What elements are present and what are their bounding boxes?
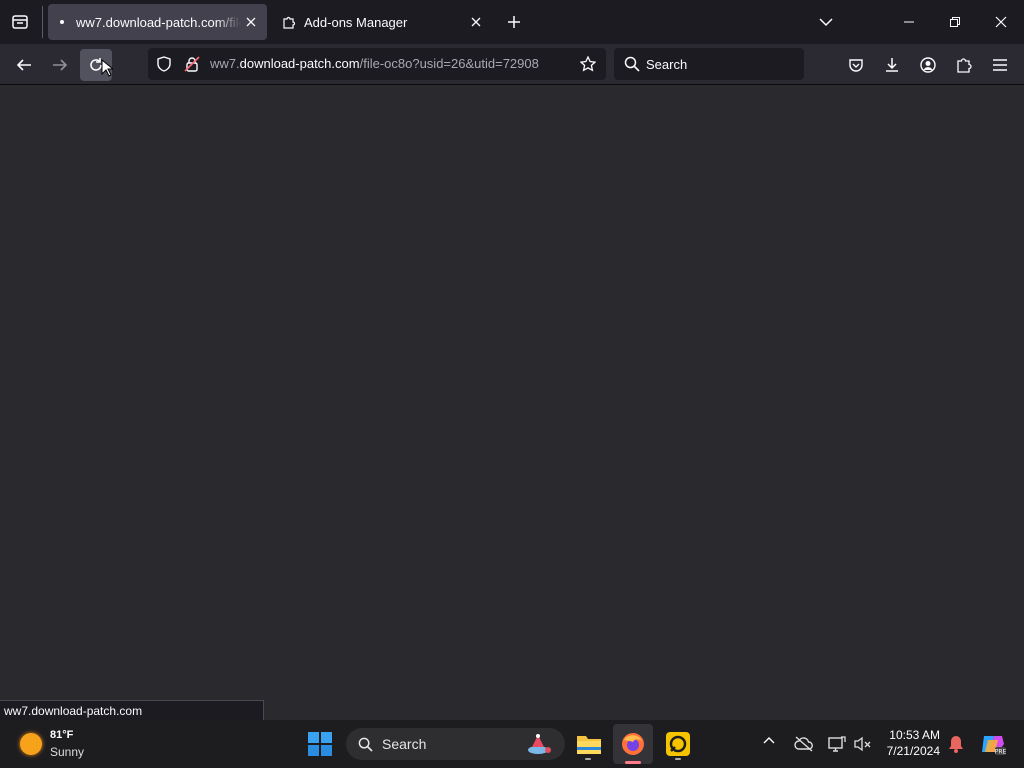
download-icon — [886, 58, 898, 72]
restore-icon — [950, 17, 960, 27]
back-arrow-icon — [16, 59, 31, 71]
tab-title: Add-ons Manager — [304, 14, 408, 30]
downloads-button[interactable] — [876, 49, 908, 81]
pocket-button[interactable] — [840, 49, 872, 81]
close-icon — [471, 17, 481, 27]
mouse-cursor-icon — [101, 59, 113, 77]
forward-button[interactable] — [44, 49, 76, 81]
tab-addons-manager[interactable]: Add-ons Manager — [272, 4, 492, 40]
speaker-muted-icon — [854, 736, 871, 752]
firefox-view-icon — [12, 15, 28, 29]
weather-condition: Sunny — [50, 745, 85, 759]
url-host: download-patch.com — [239, 56, 360, 71]
cloud-offline-icon — [794, 736, 813, 752]
star-icon — [580, 56, 596, 72]
show-hidden-icons-button[interactable] — [763, 736, 781, 752]
tab-strip: ww7.download-patch.com/file Add-ons Mana… — [0, 0, 1024, 44]
copilot-button[interactable]: PRE — [980, 732, 1006, 756]
minimize-button[interactable] — [894, 8, 924, 36]
plus-icon — [508, 16, 520, 28]
hamburger-menu-icon — [993, 59, 1007, 71]
search-icon — [358, 737, 373, 752]
clock-time: 10:53 AM — [889, 728, 940, 742]
tab-close-button[interactable] — [241, 12, 261, 32]
url-prefix: ww7. — [210, 56, 240, 71]
firefox-icon — [622, 733, 644, 755]
bell-icon — [949, 736, 963, 753]
firefox-view-button[interactable] — [8, 10, 32, 34]
sun-icon — [20, 733, 42, 755]
page-content[interactable] — [0, 85, 1024, 720]
close-icon — [246, 17, 256, 27]
tab-close-button[interactable] — [466, 12, 486, 32]
windows-logo-icon — [308, 732, 332, 756]
account-icon — [920, 57, 936, 73]
file-explorer-taskbar-icon[interactable] — [574, 728, 604, 760]
monitor-network-icon — [828, 736, 846, 752]
puzzle-icon — [957, 58, 972, 73]
chevron-up-icon — [763, 737, 775, 744]
search-bar[interactable]: Search — [614, 48, 804, 80]
close-icon — [995, 16, 1007, 28]
running-indicator — [675, 758, 681, 760]
yellow-app-icon — [666, 732, 690, 756]
puzzle-icon — [282, 15, 296, 29]
svg-text:PRE: PRE — [995, 749, 1006, 756]
volume-tray-icon[interactable] — [854, 736, 872, 752]
weather-widget[interactable]: 81°F Sunny — [20, 728, 110, 762]
copilot-icon: PRE — [982, 736, 1006, 756]
pocket-icon — [849, 59, 863, 72]
folder-icon — [577, 736, 601, 754]
new-tab-button[interactable] — [502, 10, 526, 34]
system-clock[interactable]: 10:53 AM 7/21/2024 — [887, 727, 940, 759]
url-bar[interactable]: ww7.download-patch.com/file-oc8o?usid=26… — [148, 48, 606, 80]
url-path: /file-oc8o?usid=26&utid=72908 — [359, 56, 539, 71]
minimize-icon — [904, 21, 914, 23]
weather-temp: 81°F — [50, 729, 74, 741]
insecure-lock-icon[interactable] — [184, 56, 200, 72]
restore-button[interactable] — [940, 8, 970, 36]
forward-arrow-icon — [53, 59, 68, 71]
start-button[interactable] — [308, 732, 332, 756]
navigation-toolbar: ww7.download-patch.com/file-oc8o?usid=26… — [0, 44, 1024, 85]
tab-title: ww7.download-patch.com/file — [76, 14, 241, 30]
taskbar-search-label: Search — [382, 736, 427, 752]
chevron-down-icon — [819, 18, 833, 27]
tab-download-patch[interactable]: ww7.download-patch.com/file — [48, 4, 267, 40]
running-indicator — [585, 758, 591, 760]
close-window-button[interactable] — [986, 8, 1016, 36]
search-icon — [624, 56, 640, 72]
notifications-button[interactable] — [948, 735, 964, 753]
active-indicator — [625, 761, 641, 764]
list-all-tabs-button[interactable] — [814, 10, 838, 34]
onedrive-tray-icon[interactable] — [794, 736, 814, 752]
firefox-taskbar-icon[interactable] — [613, 724, 653, 764]
tracking-protection-icon[interactable] — [156, 56, 172, 72]
search-placeholder: Search — [646, 57, 688, 72]
account-button[interactable] — [912, 49, 944, 81]
url-text[interactable]: ww7.download-patch.com/file-oc8o?usid=26… — [210, 56, 572, 71]
tab-loading-dot-icon — [60, 20, 64, 24]
app-menu-button[interactable] — [984, 49, 1016, 81]
taskbar-search-box[interactable]: Search — [346, 728, 565, 760]
extensions-button[interactable] — [948, 49, 980, 81]
bookmark-star-button[interactable] — [580, 56, 596, 72]
back-button[interactable] — [8, 49, 40, 81]
tab-separator — [42, 6, 43, 38]
app-taskbar-icon[interactable] — [664, 728, 692, 760]
search-highlight-icon — [524, 732, 554, 756]
clock-date: 7/21/2024 — [886, 744, 940, 758]
status-panel: ww7.download-patch.com — [0, 700, 264, 721]
network-tray-icon[interactable] — [828, 736, 846, 752]
